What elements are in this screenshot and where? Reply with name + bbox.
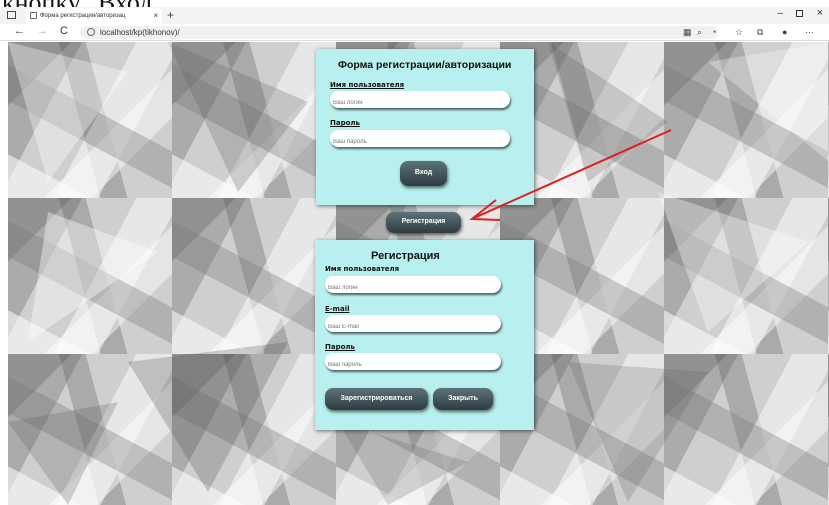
annotation-arrow: [469, 129, 672, 221]
